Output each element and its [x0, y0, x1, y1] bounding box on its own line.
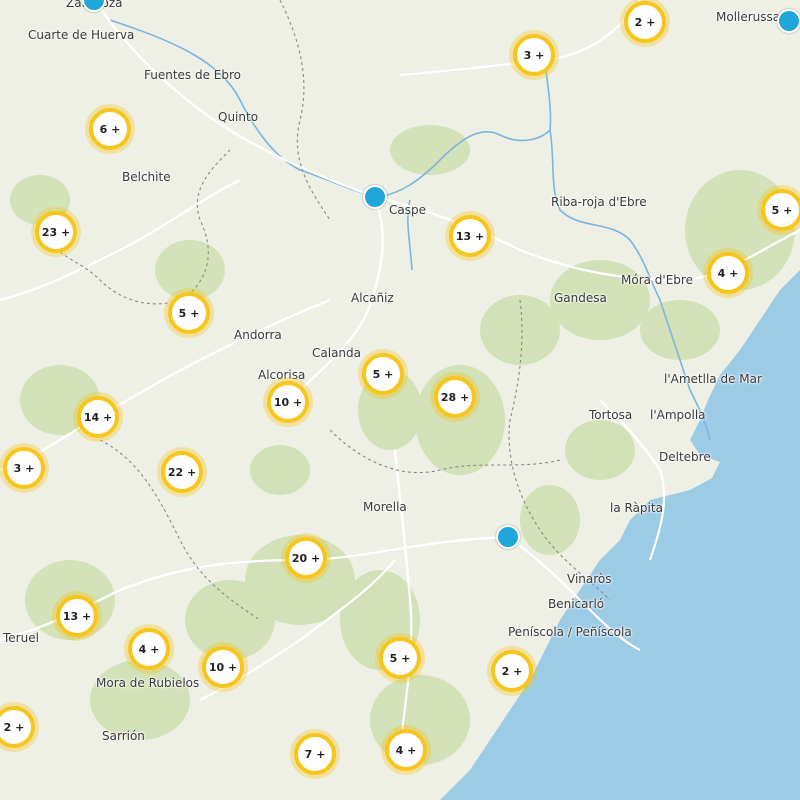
cluster-count: 4 +: [717, 266, 739, 280]
cluster-count: 5 +: [771, 203, 793, 217]
cluster-count: 28 +: [440, 390, 470, 404]
cluster-count: 4 +: [395, 743, 417, 757]
cluster-marker[interactable]: 4 +: [385, 729, 427, 771]
place-label-caspe: Caspe: [389, 203, 426, 217]
place-label-benicarlo: Benicarló: [548, 597, 605, 611]
place-label-teruel: Teruel: [3, 631, 39, 645]
cluster-count: 22 +: [167, 465, 197, 479]
cluster-marker[interactable]: 3 +: [3, 447, 45, 489]
place-label-ametlla: l'Ametlla de Mar: [664, 372, 762, 386]
cluster-marker[interactable]: 14 +: [77, 396, 119, 438]
cluster-marker[interactable]: 6 +: [89, 108, 131, 150]
cluster-marker[interactable]: 23 +: [35, 211, 77, 253]
cluster-marker[interactable]: 2 +: [491, 650, 533, 692]
cluster-count: 10 +: [208, 660, 238, 674]
cluster-marker[interactable]: 2 +: [0, 706, 35, 748]
place-label-vinaros: Vinaròs: [567, 572, 612, 586]
place-label-deltebre: Deltebre: [659, 450, 711, 464]
place-label-andorra: Andorra: [234, 328, 282, 342]
cluster-marker[interactable]: 20 +: [285, 537, 327, 579]
location-marker[interactable]: [363, 185, 387, 209]
cluster-count: 2 +: [501, 664, 523, 678]
place-label-gandesa: Gandesa: [554, 291, 607, 305]
place-label-tortosa: Tortosa: [589, 408, 633, 422]
cluster-count: 23 +: [41, 225, 71, 239]
place-label-rapita: la Ràpita: [610, 501, 663, 515]
cluster-count: 13 +: [455, 229, 485, 243]
cluster-marker[interactable]: 5 +: [379, 637, 421, 679]
cluster-count: 7 +: [304, 747, 326, 761]
map-view[interactable]: ZaragozaCuarte de HuervaFuentes de EbroQ…: [0, 0, 800, 800]
place-label-mora: Móra d'Ebre: [621, 273, 693, 287]
place-label-fuentes: Fuentes de Ebro: [144, 68, 242, 82]
place-label-cuarte: Cuarte de Huerva: [28, 28, 135, 42]
cluster-count: 3 +: [13, 461, 35, 475]
place-label-calanda: Calanda: [312, 346, 361, 360]
cluster-marker[interactable]: 5 +: [761, 189, 800, 231]
cluster-count: 5 +: [178, 306, 200, 320]
place-label-ribaroja: Riba-roja d'Ebre: [551, 195, 647, 209]
place-label-quinto: Quinto: [218, 110, 259, 124]
cluster-marker[interactable]: 4 +: [707, 252, 749, 294]
cluster-marker[interactable]: 28 +: [434, 376, 476, 418]
cluster-count: 10 +: [273, 395, 303, 409]
place-label-ampolla: l'Ampolla: [650, 408, 706, 422]
cluster-count: 3 +: [523, 48, 545, 62]
place-label-peniscola: Peníscola / Peñíscola: [508, 625, 632, 639]
cluster-marker[interactable]: 13 +: [449, 215, 491, 257]
place-label-sarrion: Sarrión: [102, 729, 145, 743]
cluster-count: 13 +: [62, 609, 92, 623]
place-label-alcaniz: Alcañiz: [351, 291, 394, 305]
cluster-marker[interactable]: 5 +: [168, 292, 210, 334]
location-marker[interactable]: [777, 9, 800, 33]
cluster-marker[interactable]: 10 +: [267, 381, 309, 423]
cluster-marker[interactable]: 13 +: [56, 595, 98, 637]
cluster-count: 6 +: [99, 122, 121, 136]
location-marker[interactable]: [82, 0, 106, 12]
cluster-count: 14 +: [83, 410, 113, 424]
cluster-count: 2 +: [634, 15, 656, 29]
map-overlay: ZaragozaCuarte de HuervaFuentes de EbroQ…: [0, 0, 800, 800]
place-label-belchite: Belchite: [122, 170, 171, 184]
cluster-marker[interactable]: 22 +: [161, 451, 203, 493]
place-label-mora_rubielos: Mora de Rubielos: [96, 676, 200, 690]
cluster-count: 5 +: [389, 651, 411, 665]
cluster-marker[interactable]: 2 +: [624, 1, 666, 43]
cluster-marker[interactable]: 5 +: [362, 353, 404, 395]
place-label-alcorisa: Alcorisa: [258, 368, 306, 382]
cluster-count: 20 +: [291, 551, 321, 565]
cluster-marker[interactable]: 7 +: [294, 733, 336, 775]
cluster-count: 2 +: [3, 720, 25, 734]
place-label-morella: Morella: [363, 500, 407, 514]
cluster-count: 4 +: [138, 642, 160, 656]
cluster-marker[interactable]: 3 +: [513, 34, 555, 76]
cluster-marker[interactable]: 4 +: [128, 628, 170, 670]
location-marker[interactable]: [496, 525, 520, 549]
cluster-marker[interactable]: 10 +: [202, 646, 244, 688]
cluster-count: 5 +: [372, 367, 394, 381]
place-label-mollerussa: Mollerussa: [716, 10, 781, 24]
